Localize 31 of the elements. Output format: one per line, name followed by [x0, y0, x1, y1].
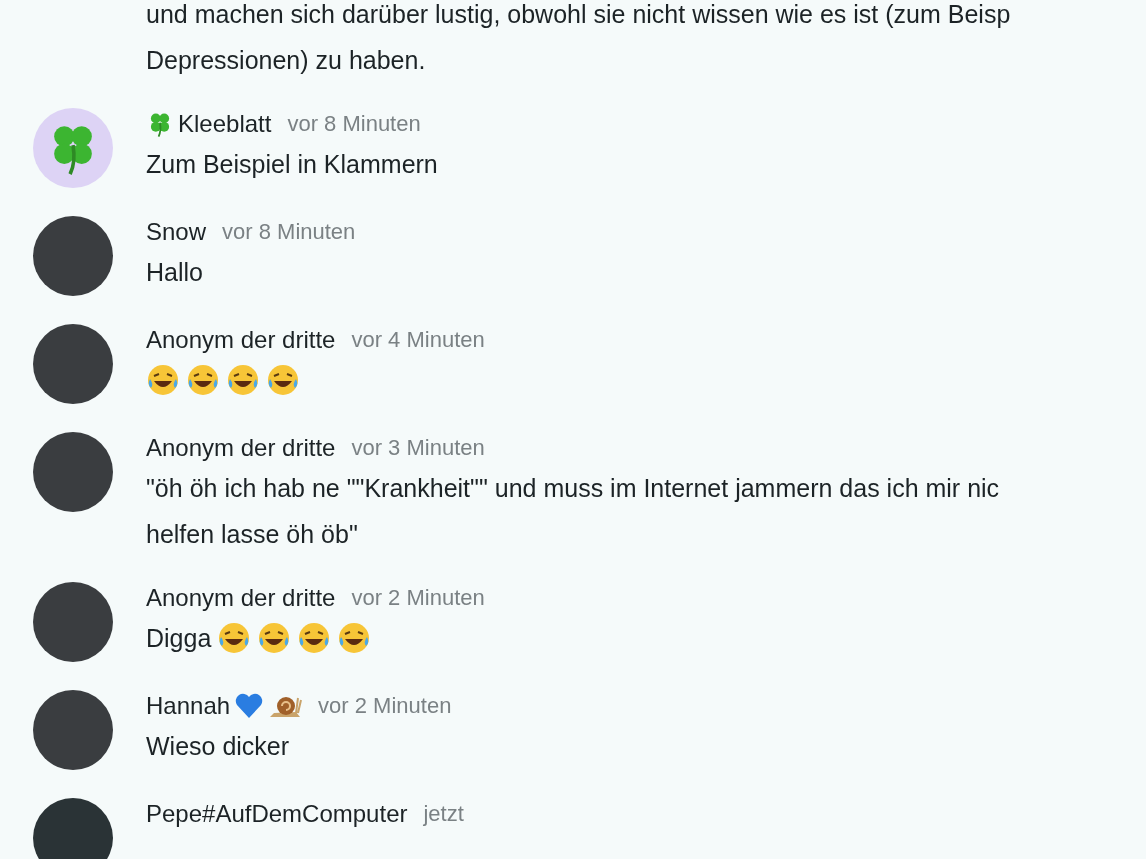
message-time: vor 3 Minuten	[351, 435, 485, 461]
laughing-face-icon	[266, 363, 300, 397]
message-time: vor 8 Minuten	[287, 111, 421, 137]
message-text: und machen sich darüber lustig, obwohl sie nicht wissen wie es ist (zum Beisp	[146, 0, 1011, 30]
author-name: Anonym der dritte	[146, 326, 336, 354]
message-text: Depressionen) zu haben.	[146, 45, 427, 76]
author-name: Anonym der dritte	[146, 584, 336, 612]
message-time: vor 4 Minuten	[351, 327, 485, 353]
laughing-face-icon	[297, 621, 332, 655]
message-time: vor 2 Minuten	[351, 585, 485, 611]
heart-icon	[234, 692, 265, 720]
message-text: Digga	[146, 623, 212, 654]
author-name: Kleeblatt	[178, 110, 272, 138]
message-text: helfen lasse öh öb"	[146, 519, 359, 550]
message-text: Hallo	[146, 257, 204, 288]
message-time: vor 8 Minuten	[222, 219, 356, 245]
laughing-face-icon	[257, 621, 292, 655]
message-text: "öh öh ich hab ne ""Krankheit"" und muss im Internet jammern das ich mir nic	[146, 473, 1000, 504]
laughing-face-icon	[217, 621, 252, 655]
author-name: Anonym der dritte	[146, 434, 336, 462]
laughing-face-icon	[337, 621, 372, 655]
author-name: Hannah	[146, 692, 231, 720]
message-time: vor 2 Minuten	[318, 693, 452, 719]
laughing-face-icon	[186, 363, 220, 397]
author-name: Pepe#AufDemComputer	[146, 800, 408, 828]
message-time: jetzt	[423, 801, 464, 827]
laughing-face-icon	[226, 363, 260, 397]
message-text: Zum Beispiel in Klammern	[146, 149, 438, 180]
author-name: Snow	[146, 218, 207, 246]
laughing-face-icon	[146, 363, 180, 397]
message-text: Wieso dicker	[146, 731, 291, 762]
